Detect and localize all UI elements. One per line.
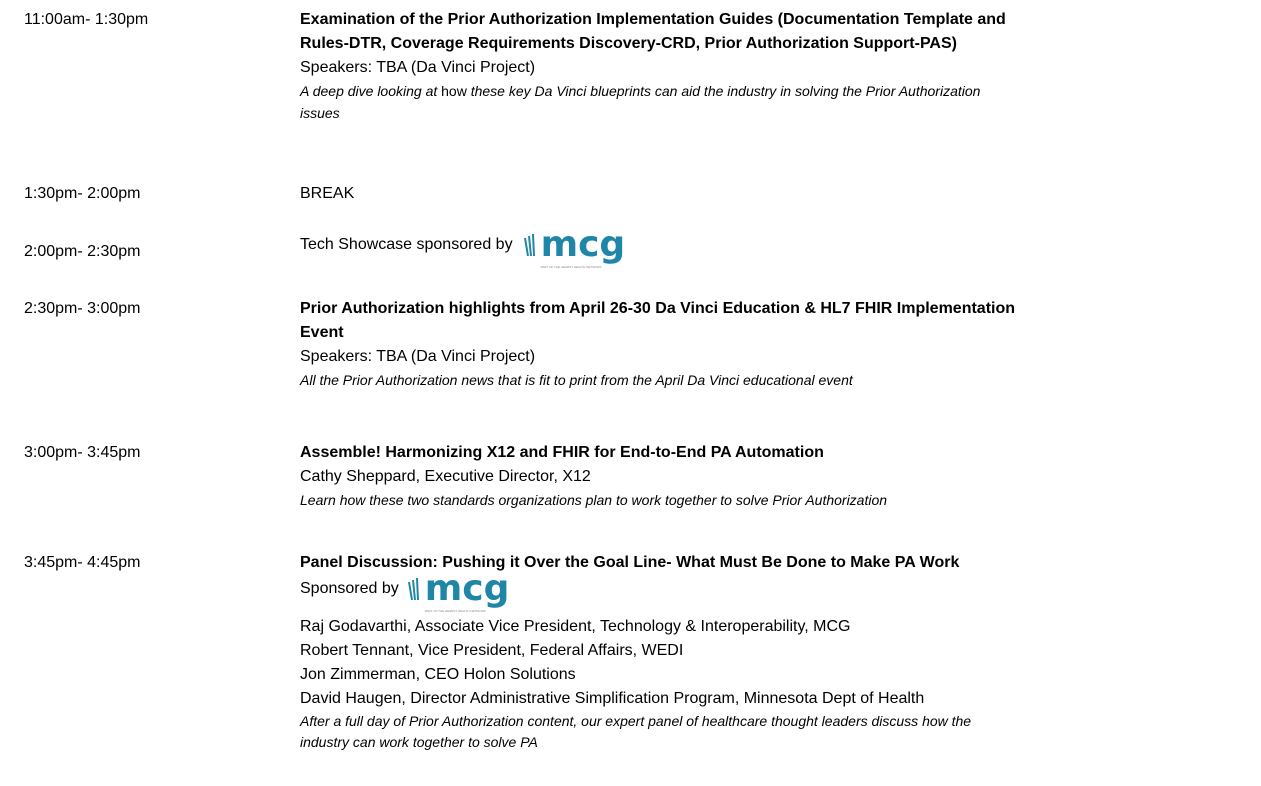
session-time: 2:00pm- 2:30pm [24, 243, 141, 260]
session-speakers: Cathy Sheppard, Executive Director, X12 [300, 468, 591, 485]
session-speakers: Speakers: TBA (Da Vinci Project) [300, 348, 536, 365]
tech-showcase-label: Tech Showcase sponsored by [300, 236, 513, 253]
session-title-line: Prior Authorization highlights from Apri… [300, 300, 1016, 317]
session-description: All the Prior Authorization news that is… [300, 372, 853, 388]
session-time: 3:00pm- 3:45pm [24, 444, 141, 461]
session-content: Prior Authorization highlights from Apri… [300, 297, 1260, 391]
panelist: Robert Tennant, Vice President, Federal … [300, 642, 684, 659]
session-title-line: Event [300, 324, 344, 341]
session-time: 11:00am- 1:30pm [24, 11, 149, 28]
mcg-logo-tagline: PART OF THE HEARST HEALTH NETWORK [540, 265, 602, 269]
sponsor-line: Sponsored by mcg PART OF THE HEARST HEAL… [300, 568, 1260, 613]
sponsored-by-label: Sponsored by [300, 580, 399, 597]
session-content: Tech Showcase sponsored by mcg PART OF T… [300, 220, 1260, 269]
mcg-logo-tagline: PART OF THE HEARST HEALTH NETWORK [424, 609, 486, 613]
session-content: Examination of the Prior Authorization I… [300, 8, 1260, 124]
session-time: 2:30pm- 3:00pm [24, 300, 141, 317]
mcg-logo-icon: mcg PART OF THE HEARST HEALTH NETWORK [523, 224, 626, 269]
desc-part: how [441, 83, 471, 99]
session-content: BREAK [300, 182, 1260, 206]
session-description-cont: industry can work together to solve PA [300, 734, 538, 750]
session-title-line: Rules-DTR, Coverage Requirements Discove… [300, 35, 957, 52]
mcg-logo-mark-icon [523, 234, 535, 257]
panelist: Jon Zimmerman, CEO Holon Solutions [300, 666, 576, 683]
break-label: BREAK [300, 185, 355, 202]
mcg-logo-word: mcg [424, 568, 510, 609]
mcg-logo-word: mcg [540, 224, 626, 265]
desc-part: A deep dive looking at [300, 83, 442, 99]
session-content: Assemble! Harmonizing X12 and FHIR for E… [300, 441, 1260, 511]
session-time: 3:45pm- 4:45pm [24, 554, 141, 571]
panelist: Raj Godavarthi, Associate Vice President… [300, 618, 851, 635]
session-time: 1:30pm- 2:00pm [24, 185, 141, 202]
session-title-line: Examination of the Prior Authorization I… [300, 11, 1006, 28]
session-description: Learn how these two standards organizati… [300, 492, 888, 508]
session-content: Panel Discussion: Pushing it Over the Go… [300, 551, 1260, 753]
session-speakers: Speakers: TBA (Da Vinci Project) [300, 59, 536, 76]
session-title: Assemble! Harmonizing X12 and FHIR for E… [300, 444, 824, 461]
session-description: After a full day of Prior Authorization … [300, 713, 972, 729]
sponsor-line: Tech Showcase sponsored by mcg PART OF T… [300, 224, 1260, 269]
desc-part: these key Da Vinci blueprints can aid th… [470, 83, 981, 99]
panelist: David Haugen, Director Administrative Si… [300, 690, 925, 707]
mcg-logo-mark-icon [407, 578, 419, 601]
session-description-cont: issues [300, 105, 340, 121]
mcg-logo-icon: mcg PART OF THE HEARST HEALTH NETWORK [407, 568, 510, 613]
panelist-list: Raj Godavarthi, Associate Vice President… [300, 615, 1260, 711]
session-description: A deep dive looking at how these key Da … [300, 80, 1260, 102]
